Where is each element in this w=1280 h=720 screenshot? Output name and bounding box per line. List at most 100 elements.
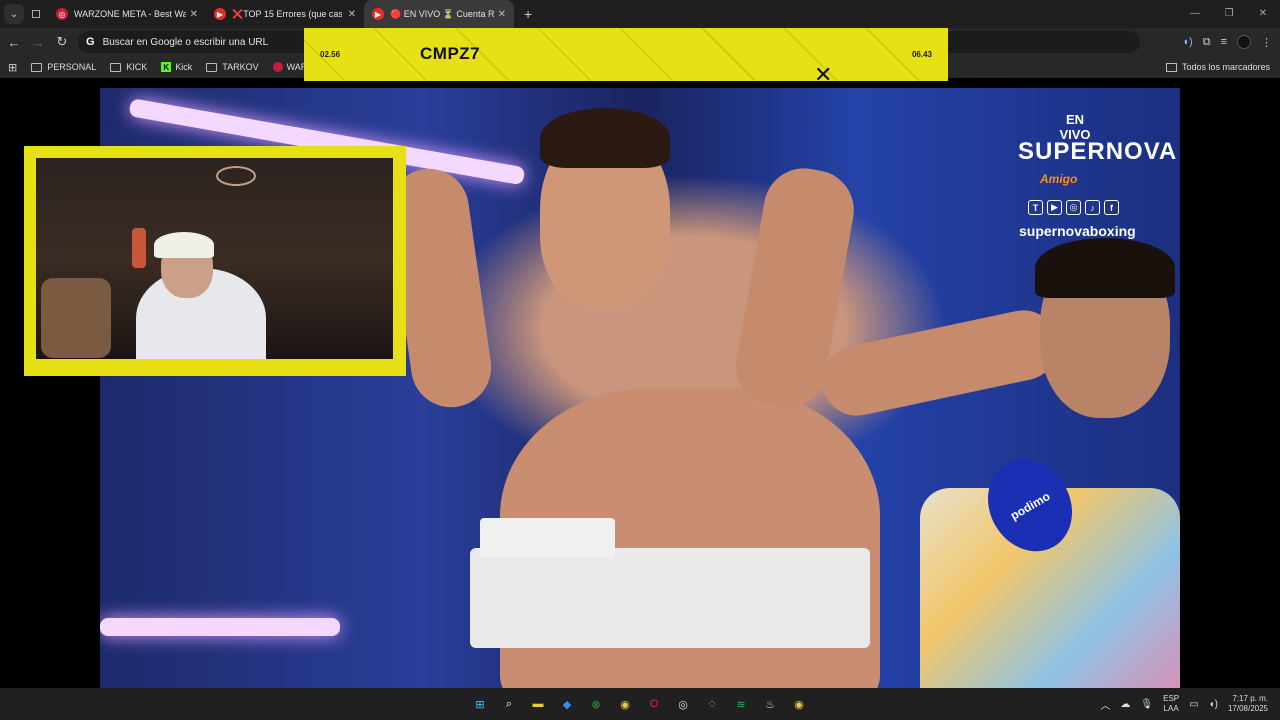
facebook-icon: f — [1104, 200, 1119, 215]
security-icon[interactable]: ◆ — [557, 694, 577, 714]
window-controls: — ❐ ✕ — [1178, 0, 1280, 28]
media-controls-icon[interactable]: ≡ — [1221, 36, 1227, 48]
social-handle: supernovaboxing — [1019, 223, 1136, 239]
steam-icon[interactable]: ♨ — [760, 694, 780, 714]
all-bookmarks[interactable]: Todos los marcadores — [1165, 56, 1270, 78]
banner-time-right: 06.43 — [911, 50, 932, 59]
bookmark-kick-folder[interactable]: KICK — [110, 62, 147, 72]
bookmark-kick[interactable]: K Kick — [161, 62, 192, 72]
profile-avatar[interactable] — [1237, 35, 1251, 49]
chair — [41, 278, 111, 358]
minimize-icon[interactable]: — — [1178, 0, 1212, 28]
tiktok-icon: ♪ — [1085, 200, 1100, 215]
opera-icon[interactable]: O — [644, 694, 664, 714]
light-bar — [100, 618, 340, 636]
social-icons: T ▶ ◎ ♪ f — [1028, 200, 1119, 215]
google-icon: G — [86, 36, 95, 48]
microphone-icon[interactable]: 🎙 — [1140, 699, 1153, 710]
forward-icon[interactable]: → — [26, 35, 50, 50]
reload-icon[interactable]: ↻ — [50, 34, 74, 50]
youtube-icon: ▶ — [1047, 200, 1062, 215]
pinned-tab[interactable] — [24, 0, 48, 28]
fighter-forearm — [815, 303, 1065, 423]
tab-title: WARZONE META - Best Warzone — [74, 9, 186, 19]
network-icon[interactable]: ▭ — [1189, 699, 1198, 710]
maximize-icon[interactable]: ❐ — [1212, 0, 1246, 28]
audio-icon[interactable]: ◖) — [1182, 36, 1192, 48]
back-icon[interactable]: ← — [2, 35, 26, 50]
lang-bottom: LAA — [1163, 704, 1179, 713]
kick-icon: K — [161, 62, 172, 72]
figurine — [132, 228, 146, 268]
fighter-hair — [540, 108, 670, 168]
webcam-feed — [36, 158, 393, 359]
taskbar-apps: ⊞ ⌕ ▬ ◆ ⊗ ◉ O ◎ ◌ ≋ ♨ ◉ — [470, 694, 809, 714]
toolbar-right: ◖) ⧉ ≡ ⋮ — [1182, 28, 1272, 56]
close-icon[interactable]: ✕ — [348, 9, 356, 20]
clock-date: 17/08/2025 — [1227, 704, 1268, 713]
chevron-up-icon[interactable]: ︿ — [1100, 697, 1110, 712]
bookmark-label: KICK — [126, 62, 148, 72]
chrome-alt-icon[interactable]: ◉ — [789, 694, 809, 714]
menu-icon[interactable]: ⋮ — [1261, 36, 1272, 49]
clock-time: 7:17 p. m. — [1232, 694, 1268, 703]
close-icon[interactable]: ✕ — [498, 9, 506, 20]
clock[interactable]: 7:17 p. m. 17/08/2025 — [1228, 694, 1268, 714]
folder-icon — [1165, 62, 1177, 72]
chrome-icon[interactable]: ◉ — [615, 694, 635, 714]
xbox-icon[interactable]: ⊗ — [586, 694, 606, 714]
volume-icon[interactable]: ◖) — [1209, 699, 1218, 710]
folder-icon — [206, 62, 218, 72]
weigh-scale-display — [480, 518, 615, 558]
apps-icon[interactable]: ⊞ — [8, 61, 17, 74]
warzone-favicon-icon: ◎ — [56, 8, 68, 20]
warzone-favicon-icon — [272, 62, 283, 72]
instagram-icon: ◎ — [1066, 200, 1081, 215]
spotify-icon[interactable]: ≋ — [731, 694, 751, 714]
language-indicator[interactable]: ESP LAA — [1163, 694, 1179, 714]
stream-banner: 02.56 CMPZ7 06.43 ✕ — [304, 28, 948, 81]
bookmark-label: Kick — [175, 62, 193, 72]
tab-en-vivo[interactable]: ▶ 🔴 EN VIVO ⏳ Cuenta Regresiva ✕ — [364, 0, 514, 28]
close-window-icon[interactable]: ✕ — [1246, 0, 1280, 28]
tab-title: ❌TOP 15 Errores (que casi TODOS — [232, 8, 342, 19]
host-hair — [1035, 238, 1175, 298]
streamer-name: CMPZ7 — [420, 44, 481, 63]
folder-icon — [110, 62, 122, 72]
tab-strip: ⌄ ◎ WARZONE META - Best Warzone ✕ ▶ ❌TOP… — [0, 0, 1280, 28]
windows-start-icon[interactable]: ⊞ — [470, 694, 490, 714]
system-tray: ︿ ☁ 🎙 ESP LAA ▭ ◖) 7:17 p. m. 17/08/2025 — [1100, 688, 1268, 720]
bookmark-personal[interactable]: PERSONAL — [31, 62, 96, 72]
bookmark-label: PERSONAL — [47, 62, 97, 72]
tab-search-button[interactable]: ⌄ — [4, 4, 24, 24]
extensions-icon[interactable]: ⧉ — [1203, 36, 1211, 49]
file-explorer-icon[interactable]: ▬ — [528, 694, 548, 714]
weigh-scale — [470, 548, 870, 648]
taskbar: ⊞ ⌕ ▬ ◆ ⊗ ◉ O ◎ ◌ ≋ ♨ ◉ ︿ ☁ 🎙 ESP LAA ▭ ◖) 7:17 p. … — [0, 688, 1280, 720]
lang-top: ESP — [1163, 694, 1180, 703]
youtube-favicon-icon: ▶ — [214, 8, 226, 20]
twitch-icon: T — [1028, 200, 1043, 215]
search-icon[interactable]: ⌕ — [499, 694, 519, 714]
bookmark-label: TARKOV — [222, 62, 259, 72]
brand-sub-logo: Amigo — [1040, 172, 1078, 186]
brand-logo: SUPERNOVA — [1018, 138, 1178, 165]
neon-light — [216, 166, 256, 186]
folder-icon — [31, 62, 43, 72]
streamer-cap — [154, 232, 214, 258]
tab-top-errores[interactable]: ▶ ❌TOP 15 Errores (que casi TODOS ✕ — [206, 0, 364, 28]
close-icon[interactable]: ✕ — [190, 9, 198, 20]
tab-title: 🔴 EN VIVO ⏳ Cuenta Regresiva — [390, 8, 494, 19]
address-placeholder: Buscar en Google o escribir una URL — [102, 36, 269, 48]
onedrive-icon[interactable]: ☁ — [1120, 699, 1130, 710]
youtube-favicon-icon: ▶ — [372, 8, 384, 20]
pinned-tab-icon — [32, 10, 40, 18]
bookmark-tarkov[interactable]: TARKOV — [206, 62, 259, 72]
banner-x-icon: ✕ — [814, 62, 833, 87]
tab-warzone-meta[interactable]: ◎ WARZONE META - Best Warzone ✕ — [48, 0, 206, 28]
banner-time-left: 02.56 — [320, 50, 341, 59]
recording-icon[interactable]: ◎ — [673, 694, 693, 714]
all-bookmarks-label: Todos los marcadores — [1181, 62, 1270, 72]
circle-app-icon[interactable]: ◌ — [702, 694, 722, 714]
new-tab-button[interactable]: + — [524, 6, 532, 22]
